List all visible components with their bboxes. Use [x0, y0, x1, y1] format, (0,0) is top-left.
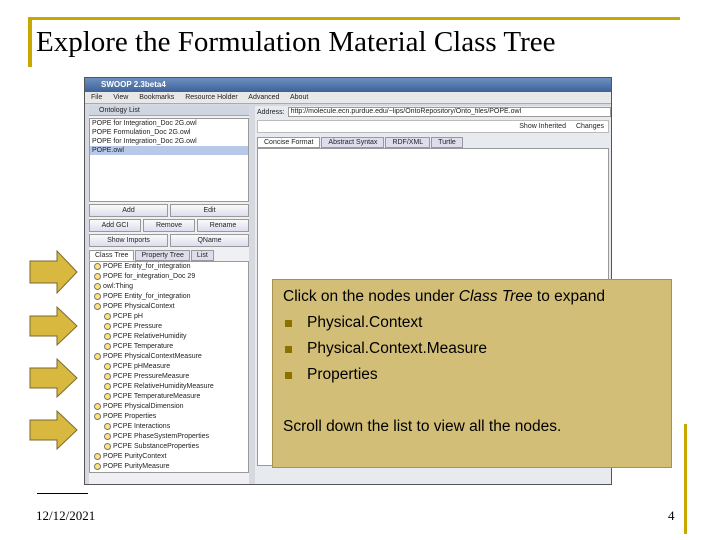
show-imports-checkbox[interactable]: Show Imports [89, 234, 168, 247]
tree-node[interactable]: POPE PurityContext [90, 452, 248, 462]
show-inherited-checkbox[interactable]: Show Inherited [519, 123, 566, 130]
class-icon [94, 272, 101, 280]
right-arrow-icon [29, 358, 78, 398]
callout-outro: Scroll down the list to view all the nod… [283, 418, 562, 435]
right-arrow-icon [29, 250, 78, 294]
tree-node[interactable]: PCPE RelativeHumidityMeasure [90, 382, 248, 392]
class-icon [104, 442, 111, 450]
menu-view[interactable]: View [113, 94, 128, 101]
address-field[interactable]: http://molecule.ecn.purdue.edu/~lips/Ont… [287, 107, 611, 117]
rename-button[interactable]: Rename [197, 219, 249, 232]
ontology-item-selected[interactable]: POPE.owl [90, 146, 248, 155]
tab-property-tree[interactable]: Property Tree [135, 250, 190, 261]
tree-node[interactable]: owl:Thing [90, 282, 248, 292]
tab-class-tree[interactable]: Class Tree [89, 250, 135, 261]
class-icon [94, 402, 101, 410]
callout-bullet: Properties [283, 362, 661, 388]
footer-accent [684, 424, 687, 534]
tree-node[interactable]: PCPE pH [90, 312, 248, 322]
class-icon [104, 342, 111, 350]
class-icon [104, 422, 111, 430]
bullet-icon [285, 372, 292, 379]
ontology-item[interactable]: POPE Formulation_Doc 2G.owl [90, 128, 248, 137]
class-icon [94, 292, 101, 300]
window-title: SWOOP 2.3beta4 [85, 78, 611, 92]
class-icon [94, 352, 101, 360]
class-icon [104, 392, 111, 400]
tree-node[interactable]: POPE PhysicalContextMeasure [90, 352, 248, 362]
tree-node[interactable]: POPE PurityMeasure [90, 462, 248, 472]
title-accent-left [28, 17, 32, 67]
bullet-icon [285, 320, 292, 327]
tab-list[interactable]: List [190, 250, 214, 261]
qname-checkbox[interactable]: QName [170, 234, 249, 247]
changes-checkbox[interactable]: Changes [576, 123, 604, 130]
class-icon [94, 302, 101, 310]
callout-bullet: Physical.Context.Measure [283, 336, 661, 362]
tree-node[interactable]: PCPE Pressure [90, 322, 248, 332]
tree-node[interactable]: PCPE pHMeasure [90, 362, 248, 372]
tree-node[interactable]: PCPE PressureMeasure [90, 372, 248, 382]
edit-button[interactable]: Edit [170, 204, 249, 217]
tree-node[interactable]: POPE PhysicalDimension [90, 402, 248, 412]
ontology-list-header: Ontology List [89, 106, 249, 116]
callout-intro: Click on the nodes under Class Tree to e… [283, 288, 605, 305]
add-gci-button[interactable]: Add GCI [89, 219, 141, 232]
tree-node[interactable]: PCPE SubstanceProperties [90, 442, 248, 452]
class-icon [104, 312, 111, 320]
class-icon [94, 452, 101, 460]
right-arrow-icon [29, 410, 78, 450]
bullet-icon [285, 346, 292, 353]
class-icon [104, 322, 111, 330]
class-icon [104, 362, 111, 370]
class-tree[interactable]: POPE Entity_for_integration POPE for_int… [89, 261, 249, 473]
menu-bar: File View Bookmarks Resource Holder Adva… [85, 92, 611, 104]
class-icon [104, 432, 111, 440]
ontology-item[interactable]: POPE for Integration_Doc 2G.owl [90, 119, 248, 128]
remove-button[interactable]: Remove [143, 219, 195, 232]
class-icon [104, 372, 111, 380]
menu-bookmarks[interactable]: Bookmarks [139, 94, 174, 101]
tree-node[interactable]: PCPE Interactions [90, 422, 248, 432]
ontology-item[interactable]: POPE for Integration_Doc 2G.owl [90, 137, 248, 146]
tab-rdf-xml[interactable]: RDF/XML [385, 137, 431, 148]
left-pane: Ontology List POPE for Integration_Doc 2… [89, 106, 249, 484]
tree-node[interactable]: PCPE Temperature [90, 342, 248, 352]
address-label: Address: [257, 108, 285, 116]
class-icon [94, 262, 101, 270]
tab-concise-format[interactable]: Concise Format [257, 137, 321, 148]
menu-advanced[interactable]: Advanced [248, 94, 279, 101]
tree-node[interactable]: POPE for_integration_Doc 29 [90, 272, 248, 282]
menu-file[interactable]: File [91, 94, 102, 101]
slide-title: Explore the Formulation Material Class T… [36, 26, 556, 58]
class-icon [104, 332, 111, 340]
ontology-list[interactable]: POPE for Integration_Doc 2G.owl POPE For… [89, 118, 249, 202]
menu-about[interactable]: About [290, 94, 308, 101]
instruction-callout: Click on the nodes under Class Tree to e… [272, 279, 672, 468]
footer-rule [37, 493, 88, 494]
tree-node[interactable]: POPE Entity_for_integration [90, 262, 248, 272]
class-icon [94, 282, 101, 290]
tree-node[interactable]: POPE Properties [90, 412, 248, 422]
class-icon [104, 382, 111, 390]
menu-resource-holder[interactable]: Resource Holder [185, 94, 238, 101]
callout-bullet: Physical.Context [283, 310, 661, 336]
class-icon [94, 412, 101, 420]
page-number: 4 [668, 508, 675, 523]
tree-node[interactable]: POPE Entity_for_integration [90, 292, 248, 302]
tree-node[interactable]: PCPE RelativeHumidity [90, 332, 248, 342]
tree-node[interactable]: POPE PhysicalContext [90, 302, 248, 312]
tree-node[interactable]: PCPE PhaseSystemProperties [90, 432, 248, 442]
class-icon [94, 462, 101, 470]
right-arrow-icon [29, 306, 78, 346]
title-accent-top [28, 17, 680, 20]
add-button[interactable]: Add [89, 204, 168, 217]
tab-abstract-syntax[interactable]: Abstract Syntax [321, 137, 385, 148]
slide-date: 12/12/2021 [36, 508, 96, 523]
tab-turtle[interactable]: Turtle [431, 137, 463, 148]
tree-node[interactable]: PCPE TemperatureMeasure [90, 392, 248, 402]
